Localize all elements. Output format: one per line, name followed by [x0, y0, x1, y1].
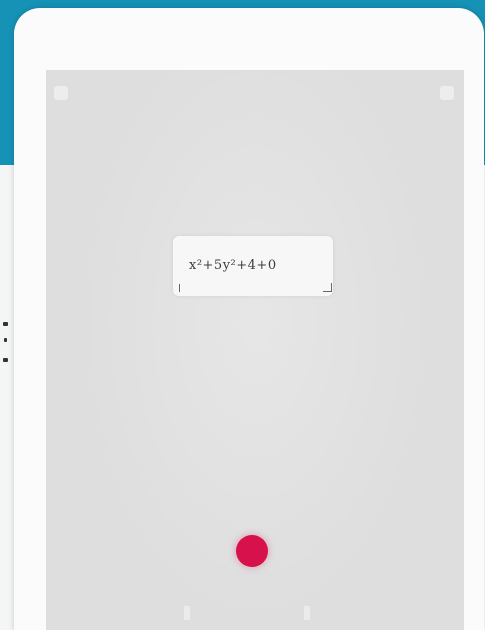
scanned-equation-card[interactable]: x²+5y²+4+0 — [173, 236, 333, 296]
viewfinder-corner-icon — [440, 86, 454, 100]
capture-button[interactable] — [236, 535, 268, 567]
equation-text: x²+5y²+4+0 — [189, 258, 277, 273]
sidebar-marker — [4, 338, 7, 342]
sidebar-marker — [3, 358, 8, 362]
crop-icon[interactable] — [179, 284, 188, 292]
sidebar-marker — [3, 322, 8, 326]
camera-viewfinder[interactable]: x²+5y²+4+0 — [46, 70, 464, 630]
viewfinder-corner-icon — [54, 86, 68, 100]
bottom-control — [304, 606, 310, 620]
bottom-control — [184, 606, 190, 620]
crop-icon[interactable] — [323, 283, 332, 292]
